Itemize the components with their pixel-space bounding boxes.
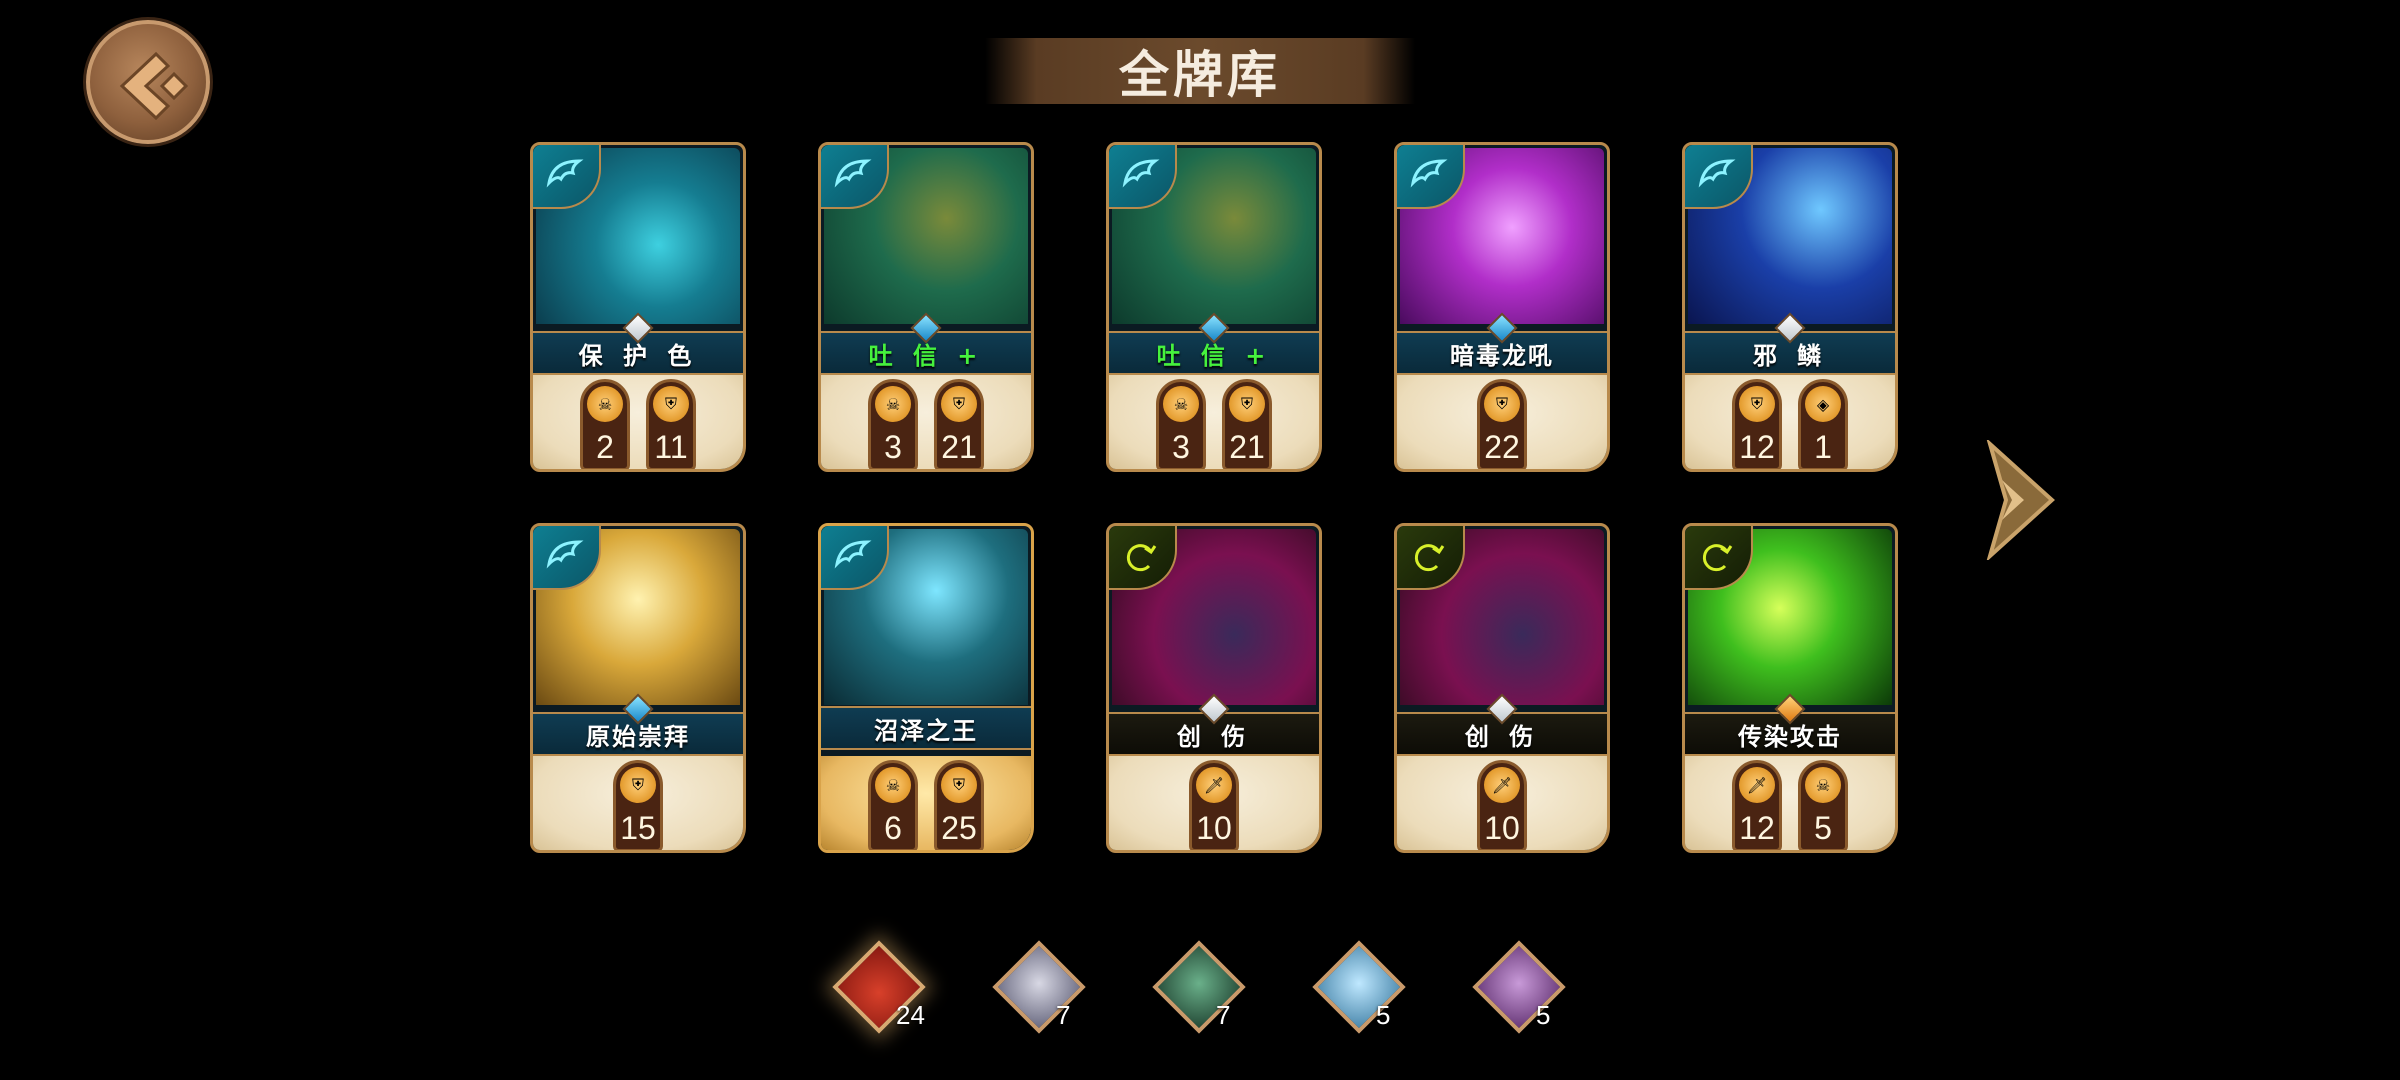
stat-skull: ☠ 3 <box>868 379 918 469</box>
stat-value: 3 <box>884 429 902 465</box>
sword-icon: 🗡 <box>1484 767 1520 803</box>
stat-shield: ⛨ 25 <box>934 760 984 850</box>
back-arrow-icon <box>119 51 189 121</box>
page-title: 全牌库 <box>1119 46 1281 104</box>
card-name-bar: 沼泽之王 <box>821 706 1031 750</box>
stat-shield: ⛨ 21 <box>934 379 984 469</box>
hero-tab-1[interactable]: 7 <box>992 940 1086 1034</box>
sword-icon: 🗡 <box>1739 767 1775 803</box>
stat-skull: ☠ 2 <box>580 379 630 469</box>
hero-card-count: 24 <box>896 1000 925 1030</box>
card-stats: 🗡 10 <box>1109 756 1319 850</box>
card-7[interactable]: 创 伤 🗡 10 <box>1106 523 1322 853</box>
shield-icon: ⛨ <box>1484 386 1520 422</box>
stat-shield: ⛨ 15 <box>613 760 663 850</box>
hero-tab-4[interactable]: 5 <box>1472 940 1566 1034</box>
hero-tab-2[interactable]: 7 <box>1152 940 1246 1034</box>
next-page-button[interactable] <box>1982 437 2058 564</box>
stat-value: 2 <box>596 429 614 465</box>
stat-value: 12 <box>1739 429 1775 465</box>
stat-shield: ⛨ 11 <box>646 379 696 469</box>
card-name: 沼泽之王 <box>874 716 978 745</box>
stat-value: 5 <box>1814 810 1832 846</box>
shield-icon: ⛨ <box>941 386 977 422</box>
gem-coin-icon: ◈ <box>1805 386 1841 422</box>
hero-card-count: 7 <box>1056 1000 1071 1030</box>
card-stats: ☠ 6 ⛨ 25 <box>821 756 1031 850</box>
card-stats: ⛨ 12 ◈ 1 <box>1685 375 1895 469</box>
card-stats: ⛨ 22 <box>1397 375 1607 469</box>
hero-card-count: 5 <box>1376 1000 1391 1030</box>
stat-skull: ☠ 3 <box>1156 379 1206 469</box>
card-stats: ☠ 3 ⛨ 21 <box>1109 375 1319 469</box>
stat-value: 22 <box>1484 429 1520 465</box>
stat-shield: ⛨ 21 <box>1222 379 1272 469</box>
card-0[interactable]: 保 护 色 ☠ 2 ⛨ 11 <box>530 142 746 472</box>
hero-tab-3[interactable]: 5 <box>1312 940 1406 1034</box>
stat-value: 10 <box>1196 810 1232 846</box>
card-6[interactable]: 沼泽之王 ☠ 6 ⛨ 25 <box>818 523 1034 853</box>
shield-icon: ⛨ <box>1229 386 1265 422</box>
sword-icon: 🗡 <box>1196 767 1232 803</box>
stat-value: 21 <box>941 429 977 465</box>
title-banner: 全牌库 <box>985 38 1415 104</box>
card-9[interactable]: 传染攻击 🗡 12 ☠ 5 <box>1682 523 1898 853</box>
stat-value: 10 <box>1484 810 1520 846</box>
stat-value: 15 <box>620 810 656 846</box>
card-8[interactable]: 创 伤 🗡 10 <box>1394 523 1610 853</box>
hero-card-count: 5 <box>1536 1000 1551 1030</box>
stat-skull: ☠ 5 <box>1798 760 1848 850</box>
stat-coin: ◈ 1 <box>1798 379 1848 469</box>
stat-value: 21 <box>1229 429 1265 465</box>
stat-sword: 🗡 10 <box>1189 760 1239 850</box>
stat-value: 6 <box>884 810 902 846</box>
card-3[interactable]: 暗毒龙吼 ⛨ 22 <box>1394 142 1610 472</box>
card-2[interactable]: 吐 信 + ☠ 3 ⛨ 21 <box>1106 142 1322 472</box>
hero-tab-0[interactable]: 24 <box>832 940 926 1034</box>
card-stats: ☠ 3 ⛨ 21 <box>821 375 1031 469</box>
shield-icon: ⛨ <box>1739 386 1775 422</box>
stat-sword: 🗡 10 <box>1477 760 1527 850</box>
card-stats: ⛨ 15 <box>533 756 743 850</box>
stat-shield: ⛨ 12 <box>1732 379 1782 469</box>
card-4[interactable]: 邪 鳞 ⛨ 12 ◈ 1 <box>1682 142 1898 472</box>
card-1[interactable]: 吐 信 + ☠ 3 ⛨ 21 <box>818 142 1034 472</box>
card-stats: 🗡 10 <box>1397 756 1607 850</box>
shield-icon: ⛨ <box>620 767 656 803</box>
stat-value: 12 <box>1739 810 1775 846</box>
stat-value: 3 <box>1172 429 1190 465</box>
stat-value: 25 <box>941 810 977 846</box>
hero-portrait-icon <box>1312 940 1406 1034</box>
card-stats: ☠ 2 ⛨ 11 <box>533 375 743 469</box>
hero-portrait-icon <box>1472 940 1566 1034</box>
stat-value: 11 <box>654 429 688 465</box>
skull-icon: ☠ <box>875 767 911 803</box>
next-arrow-icon <box>1986 437 2055 563</box>
card-stats: 🗡 12 ☠ 5 <box>1685 756 1895 850</box>
hero-portrait-icon <box>1152 940 1246 1034</box>
hero-card-count: 7 <box>1216 1000 1231 1030</box>
stat-value: 1 <box>1814 429 1832 465</box>
back-button[interactable] <box>86 20 210 144</box>
stat-sword: 🗡 12 <box>1732 760 1782 850</box>
skull-icon: ☠ <box>1163 386 1199 422</box>
skull-icon: ☠ <box>587 386 623 422</box>
shield-icon: ⛨ <box>653 386 689 422</box>
hero-portrait-icon <box>992 940 1086 1034</box>
skull-icon: ☠ <box>875 386 911 422</box>
skull-icon: ☠ <box>1805 767 1841 803</box>
stat-shield: ⛨ 22 <box>1477 379 1527 469</box>
stat-skull: ☠ 6 <box>868 760 918 850</box>
shield-icon: ⛨ <box>941 767 977 803</box>
card-5[interactable]: 原始崇拜 ⛨ 15 <box>530 523 746 853</box>
